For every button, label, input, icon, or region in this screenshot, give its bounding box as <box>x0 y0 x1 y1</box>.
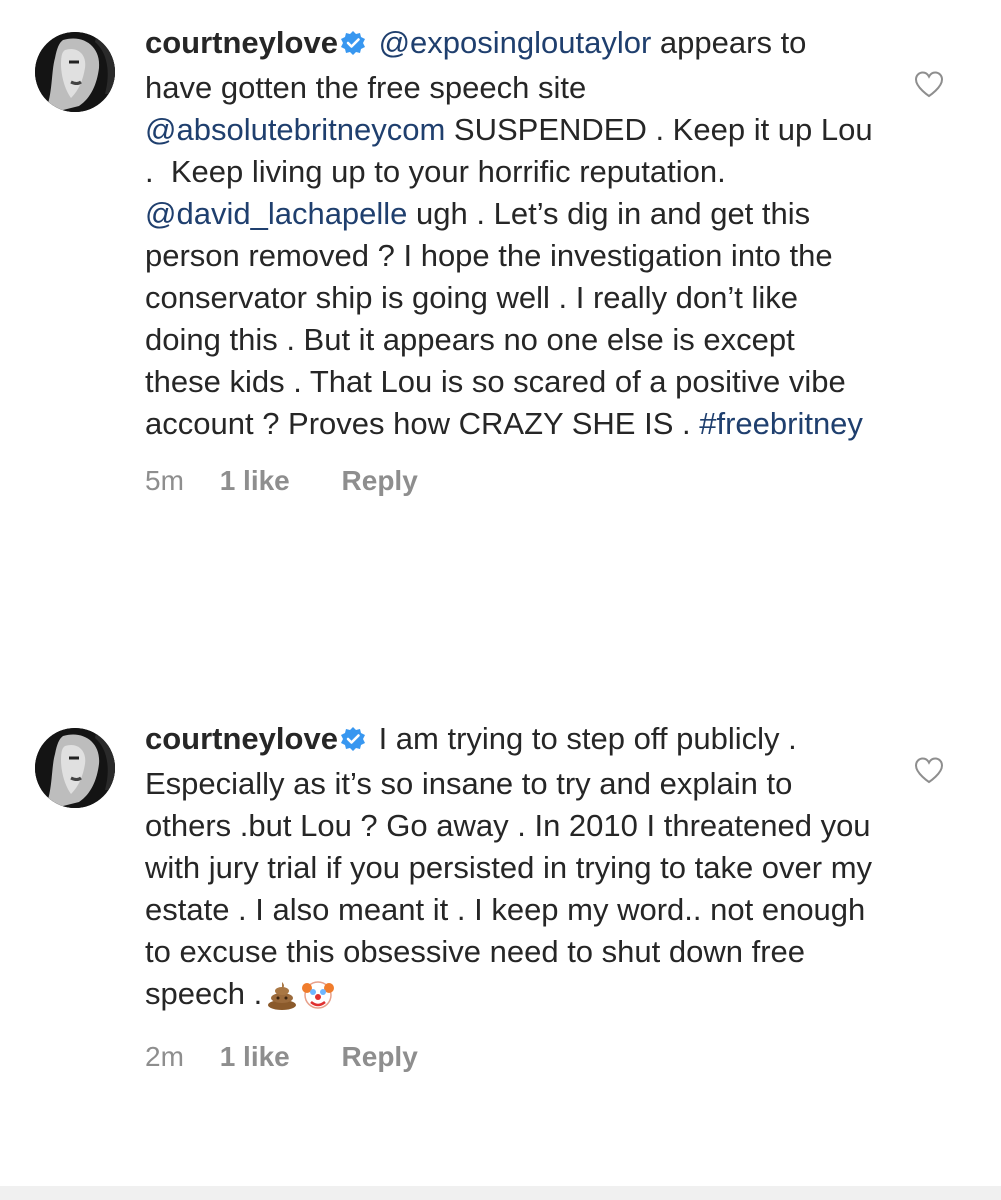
comment-username[interactable]: courtneylove <box>145 25 338 60</box>
mention-link[interactable]: @absolutebritneycom <box>145 112 445 147</box>
verified-badge-icon <box>340 721 366 763</box>
reply-button[interactable]: Reply <box>342 1041 418 1072</box>
comment-body: courtneylove I am trying to step off pub… <box>145 718 875 1075</box>
bottom-divider <box>0 1186 1001 1200</box>
hashtag-link[interactable]: #freebritney <box>699 406 863 441</box>
poo-emoji <box>266 979 298 1021</box>
mention-link[interactable]: @exposingloutaylor <box>379 25 652 60</box>
comment-username[interactable]: courtneylove <box>145 721 338 756</box>
clown-emoji <box>302 978 335 1021</box>
comment-body: courtneylove @exposingloutaylor appears … <box>145 22 875 499</box>
comment-meta: 2m 1 like Reply <box>145 1039 875 1075</box>
comment-meta: 5m 1 like Reply <box>145 463 875 499</box>
verified-badge-icon <box>340 25 366 67</box>
comment-text: ugh . Let’s dig in and get this person r… <box>145 196 855 441</box>
likes-count-link[interactable]: 1 like <box>220 465 290 496</box>
likes-count-link[interactable]: 1 like <box>220 1041 290 1072</box>
mention-link[interactable]: @david_lachapelle <box>145 196 407 231</box>
comment-time: 5m <box>145 465 184 496</box>
comment-time: 2m <box>145 1041 184 1072</box>
heart-icon[interactable] <box>914 70 944 98</box>
avatar[interactable] <box>35 728 115 808</box>
comment-text: I am trying to step off publicly . Espec… <box>145 721 881 1011</box>
heart-icon[interactable] <box>914 756 944 784</box>
avatar[interactable] <box>35 32 115 112</box>
reply-button[interactable]: Reply <box>342 465 418 496</box>
